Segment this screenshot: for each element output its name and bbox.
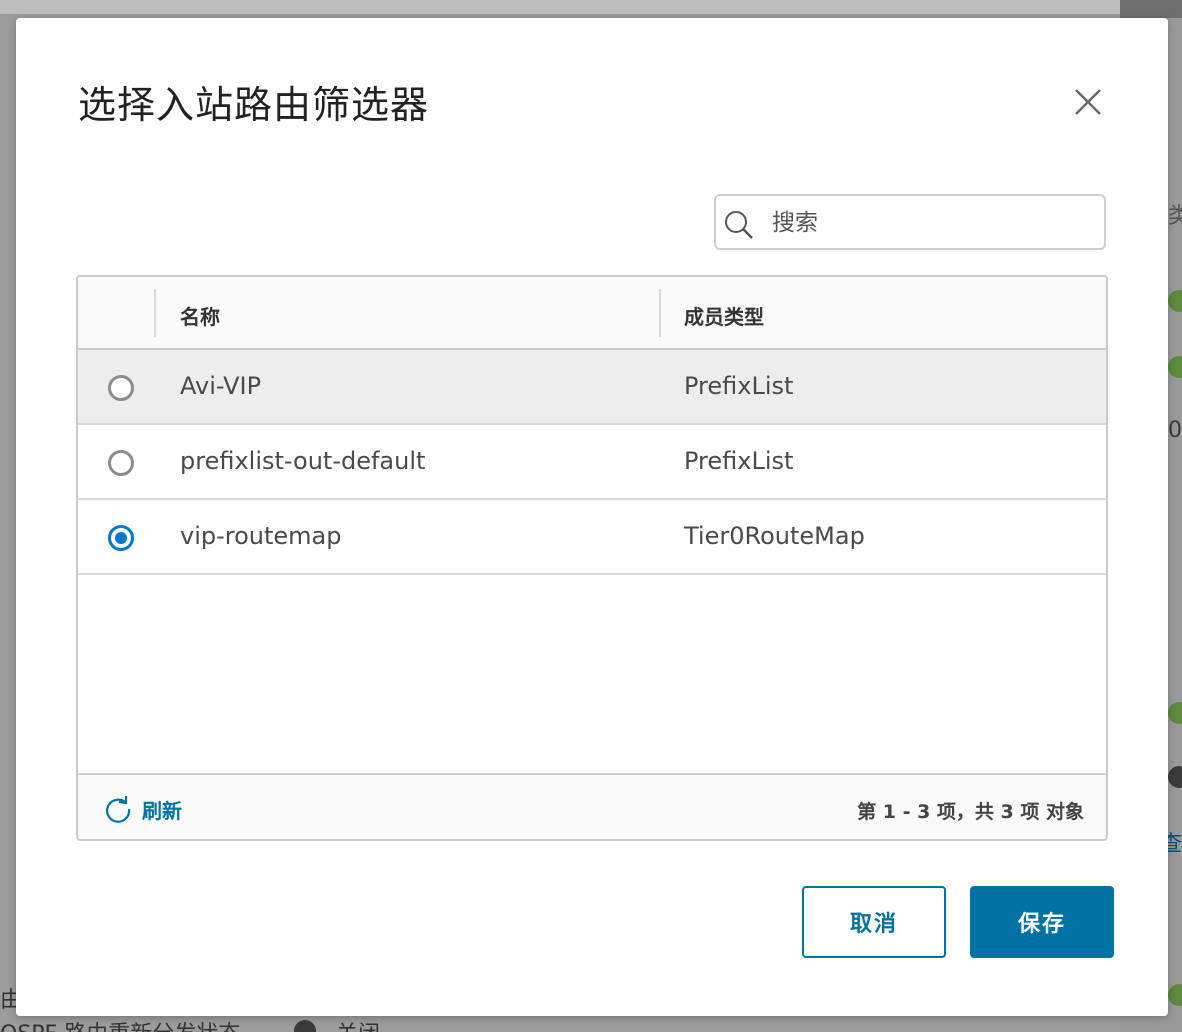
search-box[interactable] bbox=[714, 194, 1106, 250]
table-row[interactable]: vip-routemap Tier0RouteMap bbox=[78, 500, 1106, 575]
radio-unselected-icon bbox=[108, 375, 134, 401]
save-button[interactable]: 保存 bbox=[970, 886, 1114, 958]
background-right-header bbox=[1120, 0, 1182, 18]
select-route-filter-modal: 选择入站路由筛选器 名称 成员类型 Av bbox=[16, 18, 1168, 1016]
refresh-button[interactable]: 刷新 bbox=[104, 793, 182, 825]
column-separator bbox=[154, 289, 156, 337]
close-button[interactable] bbox=[1070, 84, 1106, 120]
refresh-icon bbox=[104, 795, 132, 823]
background-topbar bbox=[0, 0, 1182, 14]
cancel-button[interactable]: 取消 bbox=[802, 886, 946, 958]
search-input[interactable] bbox=[770, 204, 1094, 242]
column-separator bbox=[659, 289, 661, 337]
table-row[interactable]: Avi-VIP PrefixList bbox=[78, 350, 1106, 425]
ospf-redistribution-label: OSPF 路由重新分发状态 bbox=[0, 1016, 240, 1032]
row-member-type: PrefixList bbox=[684, 447, 794, 475]
background-fragment: 0 bbox=[1168, 418, 1182, 443]
column-header-name[interactable]: 名称 bbox=[180, 301, 220, 330]
refresh-label: 刷新 bbox=[142, 798, 182, 823]
search-icon bbox=[724, 210, 754, 240]
column-header-member-type[interactable]: 成员类型 bbox=[684, 301, 764, 330]
pagination-text: 第 1 - 3 项，共 3 项 对象 bbox=[857, 801, 1084, 823]
datagrid-footer: 刷新 第 1 - 3 项，共 3 项 对象 bbox=[78, 773, 1106, 839]
ospf-redistribution-status: 关闭 bbox=[336, 1016, 380, 1032]
row-member-type: PrefixList bbox=[684, 372, 794, 400]
radio-button[interactable] bbox=[107, 524, 135, 552]
radio-button[interactable] bbox=[107, 449, 135, 477]
radio-unselected-icon bbox=[108, 450, 134, 476]
close-icon bbox=[1075, 89, 1101, 115]
route-filter-datagrid: 名称 成员类型 Avi-VIP PrefixList prefixlist-ou… bbox=[76, 275, 1108, 841]
modal-title: 选择入站路由筛选器 bbox=[78, 83, 430, 127]
radio-button[interactable] bbox=[107, 374, 135, 402]
row-name: Avi-VIP bbox=[180, 372, 262, 400]
row-member-type: Tier0RouteMap bbox=[684, 522, 865, 550]
datagrid-header: 名称 成员类型 bbox=[78, 277, 1106, 350]
row-name: prefixlist-out-default bbox=[180, 447, 426, 475]
background-fragment: 类 bbox=[1168, 204, 1182, 229]
toggle-knob-icon bbox=[294, 1020, 316, 1032]
row-name: vip-routemap bbox=[180, 522, 342, 550]
radio-selected-icon bbox=[108, 525, 134, 551]
table-row[interactable]: prefixlist-out-default PrefixList bbox=[78, 425, 1106, 500]
